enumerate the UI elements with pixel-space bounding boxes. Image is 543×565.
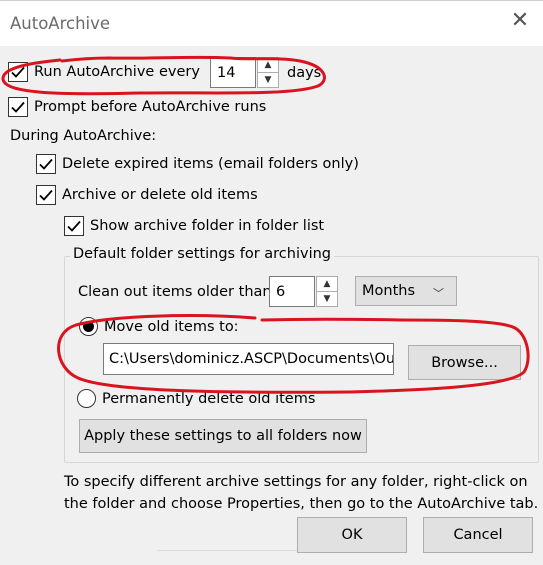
days-unit-label: days — [287, 65, 322, 81]
title-bar: AutoArchive ✕ — [0, 0, 543, 46]
apply-all-folders-button[interactable]: Apply these settings to all folders now — [79, 419, 367, 453]
checkmark-icon — [39, 158, 53, 170]
divider — [157, 550, 297, 551]
arrow-down-icon[interactable]: ▼ — [258, 73, 278, 88]
delete-expired-label: Delete expired items (email folders only… — [62, 156, 359, 172]
browse-button[interactable]: Browse... — [408, 345, 521, 380]
help-note-line1: To specify different archive settings fo… — [64, 474, 528, 490]
days-spinner[interactable]: ▲ ▼ — [257, 57, 279, 88]
group-legend: Default folder settings for archiving — [70, 246, 334, 262]
checkmark-icon — [39, 189, 53, 201]
run-autoarchive-label: Run AutoArchive every — [34, 64, 200, 80]
ok-button[interactable]: OK — [297, 517, 407, 553]
run-autoarchive-row: Run AutoArchive every — [8, 62, 200, 82]
arrow-up-icon[interactable]: ▲ — [317, 277, 337, 292]
archive-old-row: Archive or delete old items — [36, 185, 258, 205]
prompt-before-checkbox[interactable] — [8, 97, 28, 117]
prompt-before-label: Prompt before AutoArchive runs — [34, 99, 267, 115]
period-select[interactable]: Months ﹀ — [355, 276, 457, 306]
move-old-items-label: Move old items to: — [104, 318, 239, 335]
permanently-delete-radio[interactable] — [77, 389, 96, 408]
run-autoarchive-checkbox[interactable] — [8, 62, 28, 82]
cancel-button[interactable]: Cancel — [423, 517, 533, 553]
checkmark-icon — [11, 101, 25, 113]
archive-old-checkbox[interactable] — [36, 185, 56, 205]
checkmark-icon — [11, 66, 25, 78]
move-old-items-radio[interactable] — [79, 317, 98, 336]
chevron-down-icon: ﹀ — [433, 287, 444, 300]
show-archive-folder-row: Show archive folder in folder list — [64, 216, 324, 236]
show-archive-folder-label: Show archive folder in folder list — [90, 218, 325, 234]
days-input[interactable]: 14 — [210, 57, 256, 88]
archive-path-input[interactable]: C:\Users\dominicz.ASCP\Documents\Out — [103, 343, 394, 375]
during-label: During AutoArchive: — [10, 128, 157, 144]
close-icon[interactable]: ✕ — [509, 10, 531, 32]
permanently-delete-label: Permanently delete old items — [102, 390, 316, 407]
archive-old-label: Archive or delete old items — [62, 187, 258, 203]
delete-expired-checkbox[interactable] — [36, 154, 56, 174]
move-option-row: Move old items to: — [79, 317, 239, 336]
delete-expired-row: Delete expired items (email folders only… — [36, 154, 359, 174]
show-archive-folder-checkbox[interactable] — [64, 216, 84, 236]
clean-out-input[interactable]: 6 — [269, 276, 315, 307]
help-note: To specify different archive settings fo… — [64, 471, 538, 515]
arrow-down-icon[interactable]: ▼ — [317, 292, 337, 307]
prompt-before-row: Prompt before AutoArchive runs — [8, 97, 266, 117]
dialog-title: AutoArchive — [10, 14, 111, 33]
arrow-up-icon[interactable]: ▲ — [258, 58, 278, 73]
radio-dot-icon — [83, 321, 94, 332]
clean-out-spinner[interactable]: ▲ ▼ — [316, 276, 338, 307]
period-value: Months — [362, 283, 416, 299]
help-note-line2: the folder and choose Properties, then g… — [64, 496, 539, 512]
delete-option-row: Permanently delete old items — [77, 389, 315, 408]
clean-out-label: Clean out items older than — [78, 284, 272, 300]
checkmark-icon — [67, 220, 81, 232]
